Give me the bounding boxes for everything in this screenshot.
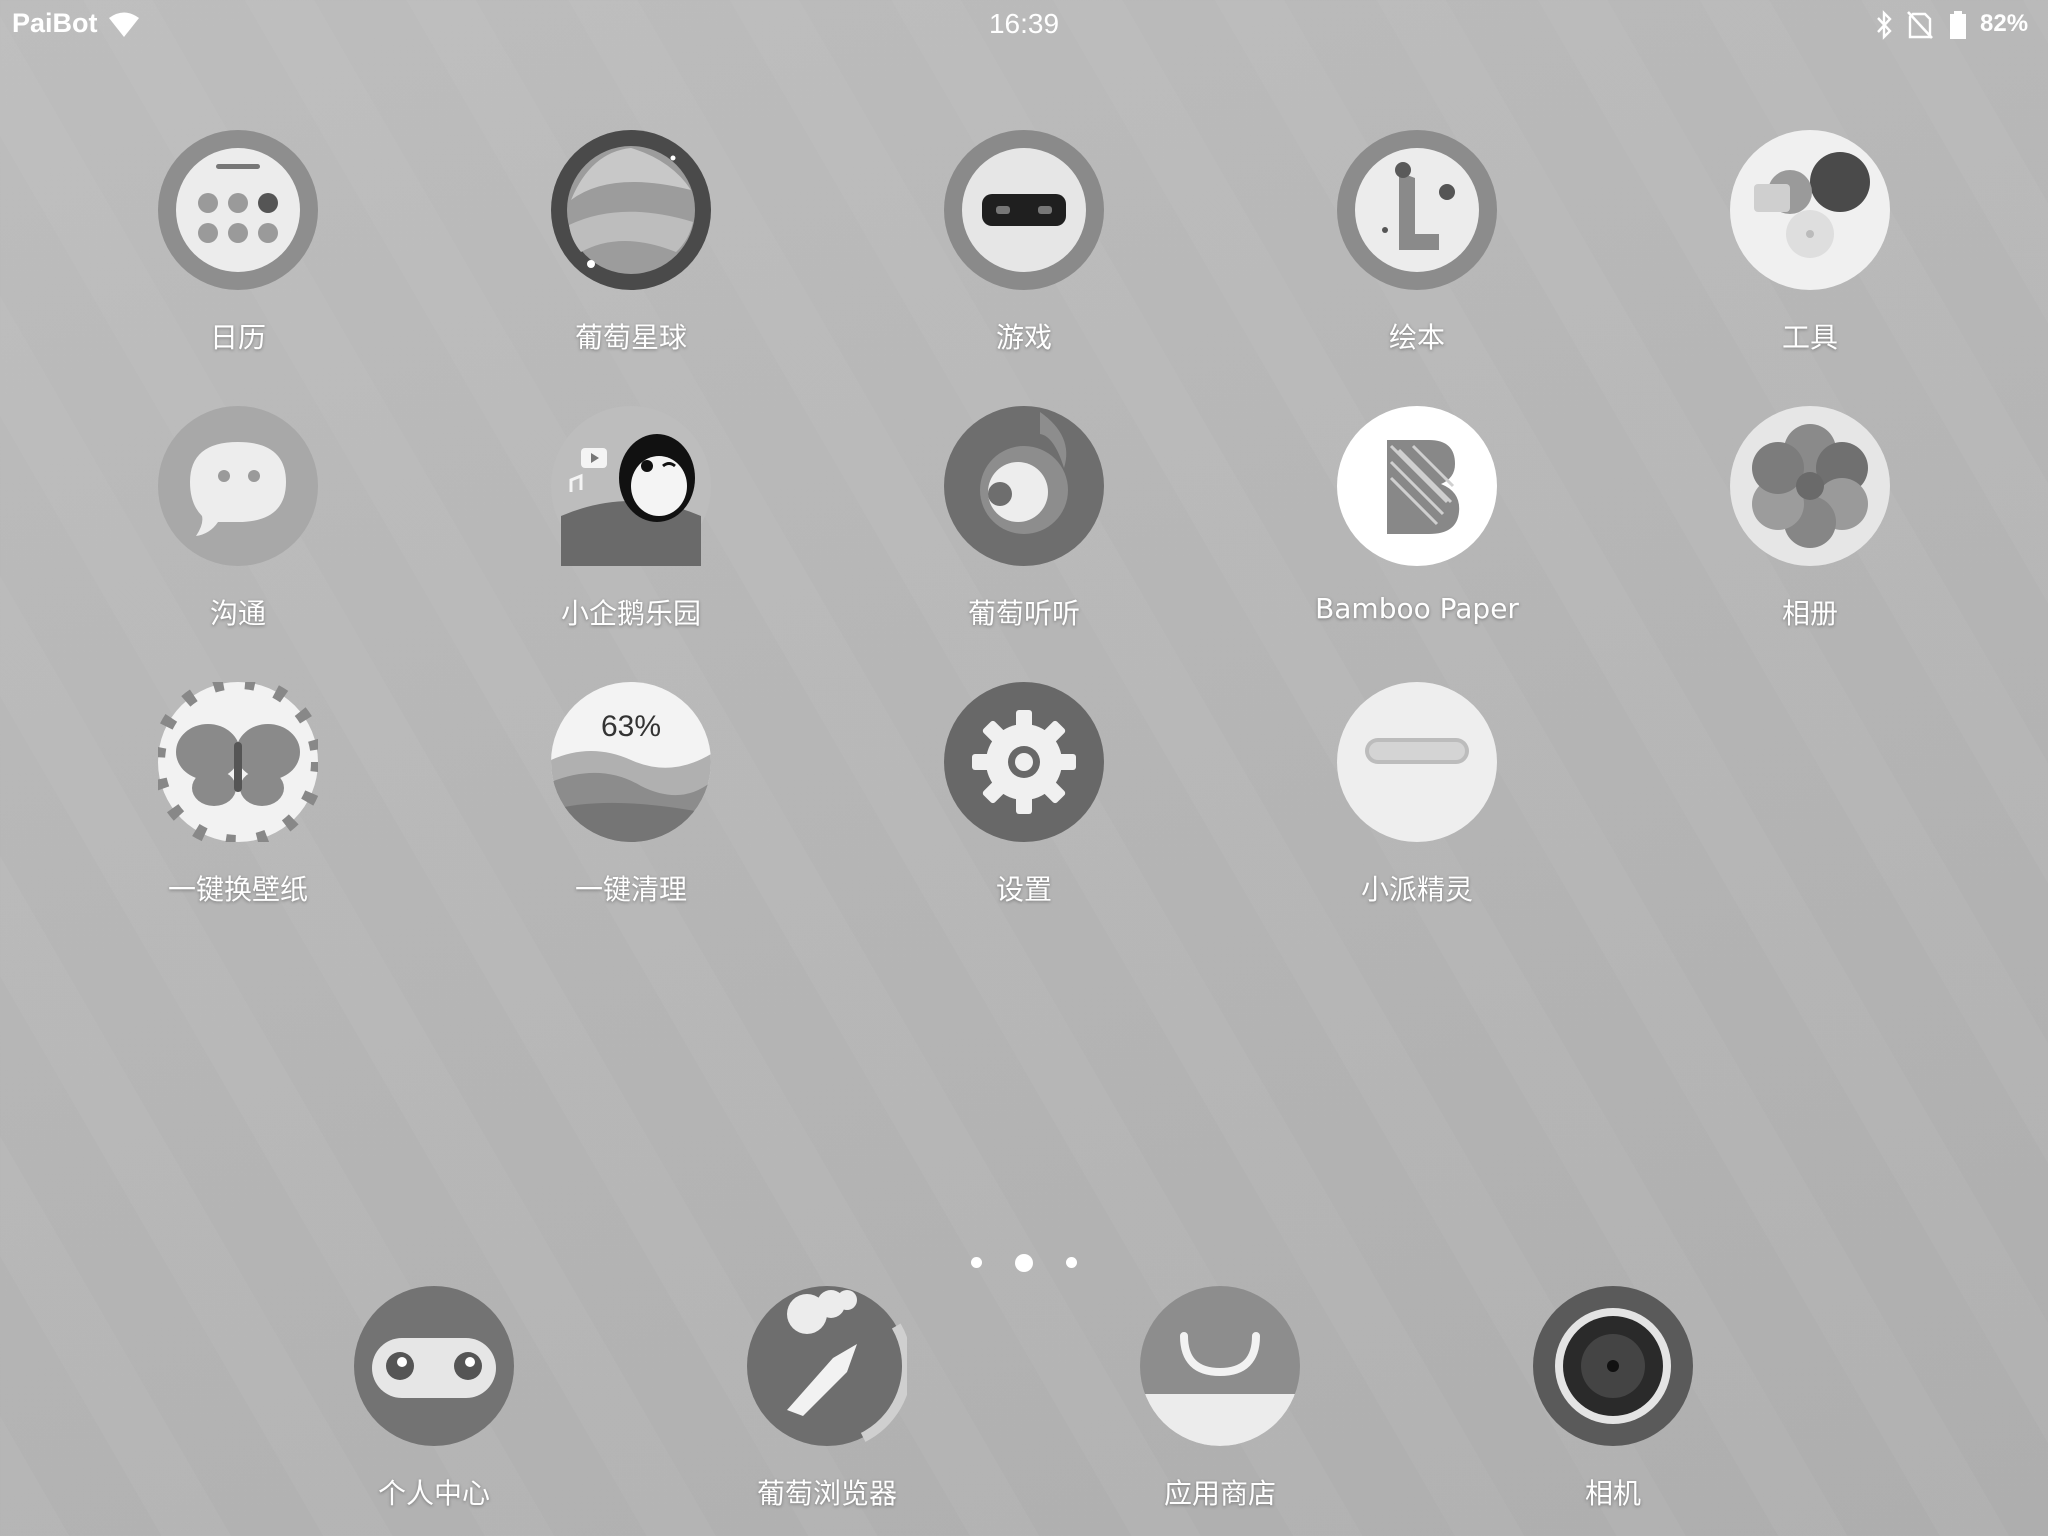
- bluetooth-icon: [1877, 10, 1892, 40]
- picture-book-icon: [1337, 130, 1497, 290]
- app-label: 工具: [1781, 321, 1838, 354]
- sprite-icon: [1337, 682, 1497, 842]
- bamboo-paper-icon: [1337, 406, 1497, 566]
- app-label: 葡萄浏览器: [756, 1477, 897, 1510]
- app-label: 个人中心: [377, 1477, 490, 1510]
- app-sprite[interactable]: 小派精灵: [1267, 682, 1567, 942]
- app-label: 一键清理: [574, 873, 687, 906]
- dock-browser[interactable]: 葡萄浏览器: [677, 1286, 977, 1536]
- page-dot[interactable]: [1066, 1257, 1078, 1268]
- battery-icon: [1950, 11, 1966, 39]
- cleaner-icon: 63%: [551, 682, 711, 842]
- cleaner-percent: 63%: [601, 710, 661, 743]
- app-chat[interactable]: 沟通: [88, 406, 388, 666]
- game-robot-icon: [944, 130, 1104, 290]
- app-planet[interactable]: 葡萄星球: [481, 130, 781, 390]
- app-picture-book[interactable]: 绘本: [1267, 130, 1567, 390]
- camera-icon: [1533, 1286, 1693, 1446]
- app-label: 相册: [1781, 597, 1838, 630]
- dock-camera[interactable]: 相机: [1463, 1286, 1763, 1536]
- app-label: 葡萄星球: [574, 321, 687, 354]
- no-sim-icon: [1907, 11, 1933, 39]
- app-label: 应用商店: [1163, 1477, 1276, 1510]
- browser-icon: [747, 1286, 907, 1446]
- status-bar: PaiBot 16:39 82%: [0, 0, 2048, 50]
- dock-app-store[interactable]: 应用商店: [1070, 1286, 1370, 1536]
- calendar-icon: [158, 130, 318, 290]
- app-wallpaper[interactable]: 一键换壁纸: [88, 682, 388, 942]
- battery-percentage: 82%: [1980, 10, 2029, 37]
- app-penguin-park[interactable]: 小企鹅乐园: [481, 406, 781, 666]
- app-label: 小企鹅乐园: [560, 597, 701, 630]
- app-label: 日历: [209, 321, 266, 354]
- app-label: 小派精灵: [1360, 873, 1473, 906]
- app-tools[interactable]: 工具: [1660, 130, 1960, 390]
- app-listen[interactable]: 葡萄听听: [874, 406, 1174, 666]
- app-label: 一键换壁纸: [167, 873, 308, 906]
- planet-icon: [551, 130, 711, 290]
- photos-icon: [1730, 406, 1890, 566]
- page-dot-active[interactable]: [1015, 1253, 1033, 1272]
- music-note-icon: [944, 406, 1104, 566]
- app-label: Bamboo Paper: [1315, 592, 1519, 625]
- status-clock: 16:39: [988, 8, 1060, 39]
- dock-profile[interactable]: 个人中心: [284, 1286, 584, 1536]
- chat-icon: [158, 406, 318, 566]
- page-indicator[interactable]: [0, 1252, 2048, 1272]
- app-label: 绘本: [1388, 321, 1445, 354]
- app-calendar[interactable]: 日历: [88, 130, 388, 390]
- butterfly-wallpaper-icon: [158, 682, 318, 842]
- app-bamboo-paper[interactable]: Bamboo Paper: [1267, 406, 1567, 666]
- app-label: 设置: [995, 873, 1052, 906]
- app-store-icon: [1140, 1286, 1300, 1446]
- app-label: 游戏: [995, 321, 1052, 354]
- page-dot[interactable]: [970, 1257, 982, 1268]
- penguin-icon: [551, 406, 711, 566]
- app-label: 相机: [1584, 1477, 1641, 1510]
- gear-icon: [944, 682, 1104, 842]
- app-game[interactable]: 游戏: [874, 130, 1174, 390]
- app-settings[interactable]: 设置: [874, 682, 1174, 942]
- tools-icon: [1730, 130, 1890, 290]
- app-label: 沟通: [209, 597, 266, 630]
- app-label: 葡萄听听: [967, 597, 1080, 630]
- app-cleaner[interactable]: 63% 一键清理: [481, 682, 781, 942]
- app-photos[interactable]: 相册: [1660, 406, 1960, 666]
- profile-robot-icon: [354, 1286, 514, 1446]
